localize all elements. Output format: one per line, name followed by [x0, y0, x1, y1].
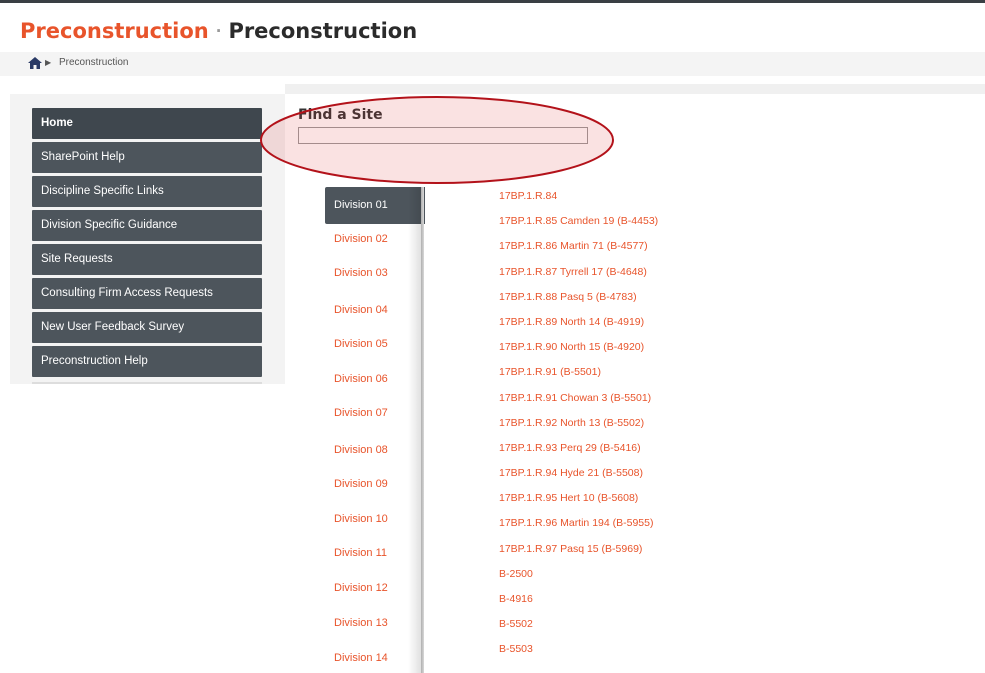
list-item[interactable]: 17BP.1.R.96 Martin 194 (B-5955): [499, 517, 658, 542]
tab-division-03[interactable]: Division 03: [325, 267, 388, 279]
top-bar: [0, 0, 985, 3]
list-item[interactable]: B-2500: [499, 568, 658, 593]
sidebar-item-consulting-access[interactable]: Consulting Firm Access Requests: [32, 278, 262, 309]
list-item[interactable]: 17BP.1.R.87 Tyrrell 17 (B-4648): [499, 266, 658, 291]
tab-division-04[interactable]: Division 04: [325, 304, 388, 316]
title-separator: ·: [215, 22, 222, 40]
tab-division-05[interactable]: Division 05: [325, 338, 388, 350]
list-item[interactable]: B-5502: [499, 618, 658, 643]
breadcrumb-arrow-icon: ▶: [45, 58, 52, 67]
sidebar-item-feedback-survey[interactable]: New User Feedback Survey: [32, 312, 262, 343]
tab-division-13[interactable]: Division 13: [325, 617, 388, 629]
list-item[interactable]: 17BP.1.R.93 Perq 29 (B-5416): [499, 442, 658, 467]
list-item[interactable]: 17BP.1.R.84: [499, 190, 658, 215]
list-item[interactable]: 17BP.1.R.89 North 14 (B-4919): [499, 316, 658, 341]
breadcrumb-current[interactable]: Preconstruction: [59, 57, 128, 68]
tab-division-06[interactable]: Division 06: [325, 373, 388, 385]
list-item[interactable]: 17BP.1.R.97 Pasq 15 (B-5969): [499, 543, 658, 568]
tab-panel-shadow: [408, 187, 421, 673]
list-item[interactable]: B-4916: [499, 593, 658, 618]
list-item[interactable]: 17BP.1.R.94 Hyde 21 (B-5508): [499, 467, 658, 492]
sidebar-nav: Home SharePoint Help Discipline Specific…: [32, 108, 262, 380]
list-item[interactable]: 17BP.1.R.92 North 13 (B-5502): [499, 417, 658, 442]
list-item[interactable]: 17BP.1.R.86 Martin 71 (B-4577): [499, 240, 658, 265]
main-panel-top-shade: [285, 84, 985, 94]
list-item[interactable]: 17BP.1.R.90 North 15 (B-4920): [499, 341, 658, 366]
tab-division-12[interactable]: Division 12: [325, 582, 388, 594]
list-item[interactable]: 17BP.1.R.91 (B-5501): [499, 366, 658, 391]
tab-division-11[interactable]: Division 11: [325, 547, 387, 559]
tab-division-08[interactable]: Division 08: [325, 444, 388, 456]
annotation-ellipse: [260, 96, 614, 184]
sidebar-item-sharepoint-help[interactable]: SharePoint Help: [32, 142, 262, 173]
sidebar-item-preconstruction-help[interactable]: Preconstruction Help: [32, 346, 262, 377]
tab-division-02[interactable]: Division 02: [325, 233, 388, 245]
sidebar-divider: [32, 382, 262, 384]
home-icon[interactable]: [27, 56, 43, 70]
site-title-link[interactable]: Preconstruction: [20, 19, 209, 43]
tab-division-09[interactable]: Division 09: [325, 478, 388, 490]
sidebar-item-site-requests[interactable]: Site Requests: [32, 244, 262, 275]
tab-division-14[interactable]: Division 14: [325, 652, 388, 664]
tab-division-10[interactable]: Division 10: [325, 513, 388, 525]
list-item[interactable]: 17BP.1.R.85 Camden 19 (B-4453): [499, 215, 658, 240]
breadcrumb: [0, 52, 985, 76]
page-title-text: Preconstruction: [228, 19, 418, 43]
tab-panel-divider: [421, 187, 424, 673]
sidebar-item-discipline-links[interactable]: Discipline Specific Links: [32, 176, 262, 207]
sidebar-item-home[interactable]: Home: [32, 108, 262, 139]
list-item[interactable]: 17BP.1.R.95 Hert 10 (B-5608): [499, 492, 658, 517]
page-title: Preconstruction · Preconstruction: [20, 19, 417, 47]
site-list: 17BP.1.R.84 17BP.1.R.85 Camden 19 (B-445…: [499, 190, 658, 669]
sidebar-item-division-guidance[interactable]: Division Specific Guidance: [32, 210, 262, 241]
list-item[interactable]: B-5503: [499, 643, 658, 668]
list-item[interactable]: 17BP.1.R.88 Pasq 5 (B-4783): [499, 291, 658, 316]
tab-division-07[interactable]: Division 07: [325, 407, 388, 419]
list-item[interactable]: 17BP.1.R.91 Chowan 3 (B-5501): [499, 392, 658, 417]
